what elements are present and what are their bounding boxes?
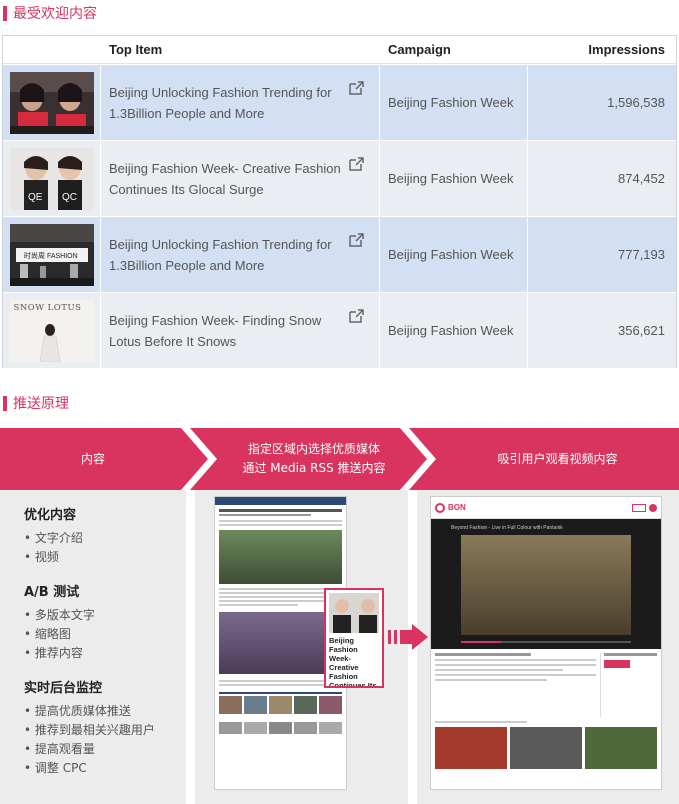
external-link-icon[interactable]	[347, 156, 365, 172]
thumbnail-image: SNOW LOTUS	[9, 299, 94, 362]
header-top-item: Top Item	[109, 42, 163, 57]
thumbnail-image: QE QC	[9, 147, 94, 210]
table-header: Top Item Campaign Impressions	[3, 36, 676, 64]
step-media-label: 指定区域内选择优质媒体 通过 Media RSS 推送内容	[242, 442, 386, 475]
table-row[interactable]: Beijing Unlocking Fashion Trending for 1…	[3, 65, 676, 140]
section-title-text: 最受欢迎内容	[13, 6, 97, 22]
impressions-cell: 356,621	[618, 323, 665, 338]
table-row[interactable]: QE QC Beijing Fashion Week- Creative Fas…	[3, 141, 676, 216]
external-link-icon[interactable]	[347, 80, 365, 96]
item-title-link[interactable]: Beijing Fashion Week- Finding Snow Lotus…	[109, 310, 341, 352]
step-content-label: 内容	[80, 452, 105, 466]
section-title-popular: 最受欢迎内容	[3, 5, 97, 22]
mock-site-header	[215, 497, 346, 505]
section-title-text: 推送原理	[13, 396, 69, 412]
arrow-right-icon	[388, 624, 428, 650]
svg-text:QE: QE	[28, 192, 43, 203]
campaign-cell: Beijing Fashion Week	[380, 217, 528, 292]
step-user-label: 吸引用户观看视频内容	[497, 452, 618, 466]
mock-video-player[interactable]: Beyond Fashion - Live in Full Colour wit…	[431, 519, 661, 649]
group-ab-test: A/B 测试 • 多版本文字 • 缩略图 • 推荐内容	[24, 585, 95, 660]
thumbnail-image: 时尚周 FASHION	[9, 223, 94, 286]
brand-name: BON	[448, 503, 466, 512]
mock-video-header: BON	[431, 497, 661, 519]
svg-text:时尚周 FASHION: 时尚周 FASHION	[24, 251, 78, 260]
table-row[interactable]: SNOW LOTUS Beijing Fashion Week- Finding…	[3, 293, 676, 368]
campaign-cell: Beijing Fashion Week	[380, 293, 528, 368]
promoted-content-card[interactable]: Beijing Fashion Week- Creative Fashion C…	[324, 588, 384, 688]
title-accent-bar	[3, 5, 7, 21]
mock-street-photo	[219, 530, 342, 584]
svg-text:QC: QC	[62, 192, 77, 203]
top-items-table: Top Item Campaign Impressions Beijing Un…	[2, 35, 677, 368]
title-accent-bar	[3, 395, 7, 411]
item-title-link[interactable]: Beijing Unlocking Fashion Trending for 1…	[109, 234, 341, 276]
external-link-icon[interactable]	[347, 232, 365, 248]
header-impressions: Impressions	[588, 42, 665, 57]
table-row[interactable]: 时尚周 FASHION Beijing Unlocking Fashion Tr…	[3, 217, 676, 292]
impressions-cell: 874,452	[618, 171, 665, 186]
campaign-cell: Beijing Fashion Week	[380, 141, 528, 216]
impressions-cell: 777,193	[618, 247, 665, 262]
model-figure-icon	[39, 323, 60, 362]
brand-logo	[435, 502, 445, 513]
header-campaign: Campaign	[388, 42, 451, 57]
section-title-principle: 推送原理	[3, 395, 69, 412]
item-title-link[interactable]: Beijing Unlocking Fashion Trending for 1…	[109, 82, 341, 124]
promoted-thumbnail	[329, 593, 379, 633]
promoted-title: Beijing Fashion Week- Creative Fashion C…	[329, 636, 377, 686]
mock-video-frame	[461, 535, 631, 635]
thumbnail-image	[9, 71, 94, 134]
campaign-cell: Beijing Fashion Week	[380, 65, 528, 140]
mock-related-videos	[431, 727, 661, 769]
push-principle-flow: 内容 指定区域内选择优质媒体 通过 Media RSS 推送内容 吸引用户观看视…	[0, 428, 679, 804]
item-title-link[interactable]: Beijing Fashion Week- Creative Fashion C…	[109, 158, 341, 200]
external-link-icon[interactable]	[347, 308, 365, 324]
group-optimize-content: 优化内容 • 文字介绍 • 视频	[24, 508, 83, 564]
video-page-mock: BON Beyond Fashion - Live in Full Colour…	[430, 496, 662, 790]
optimization-list: 优化内容 • 文字介绍 • 视频 A/B 测试 • 多版本文字 • 缩略图 • …	[24, 504, 204, 792]
impressions-cell: 1,596,538	[607, 95, 665, 110]
group-realtime-monitor: 实时后台监控 • 提高优质媒体推送 • 推荐到最相关兴趣用户 • 提高观看量 •…	[24, 681, 155, 775]
